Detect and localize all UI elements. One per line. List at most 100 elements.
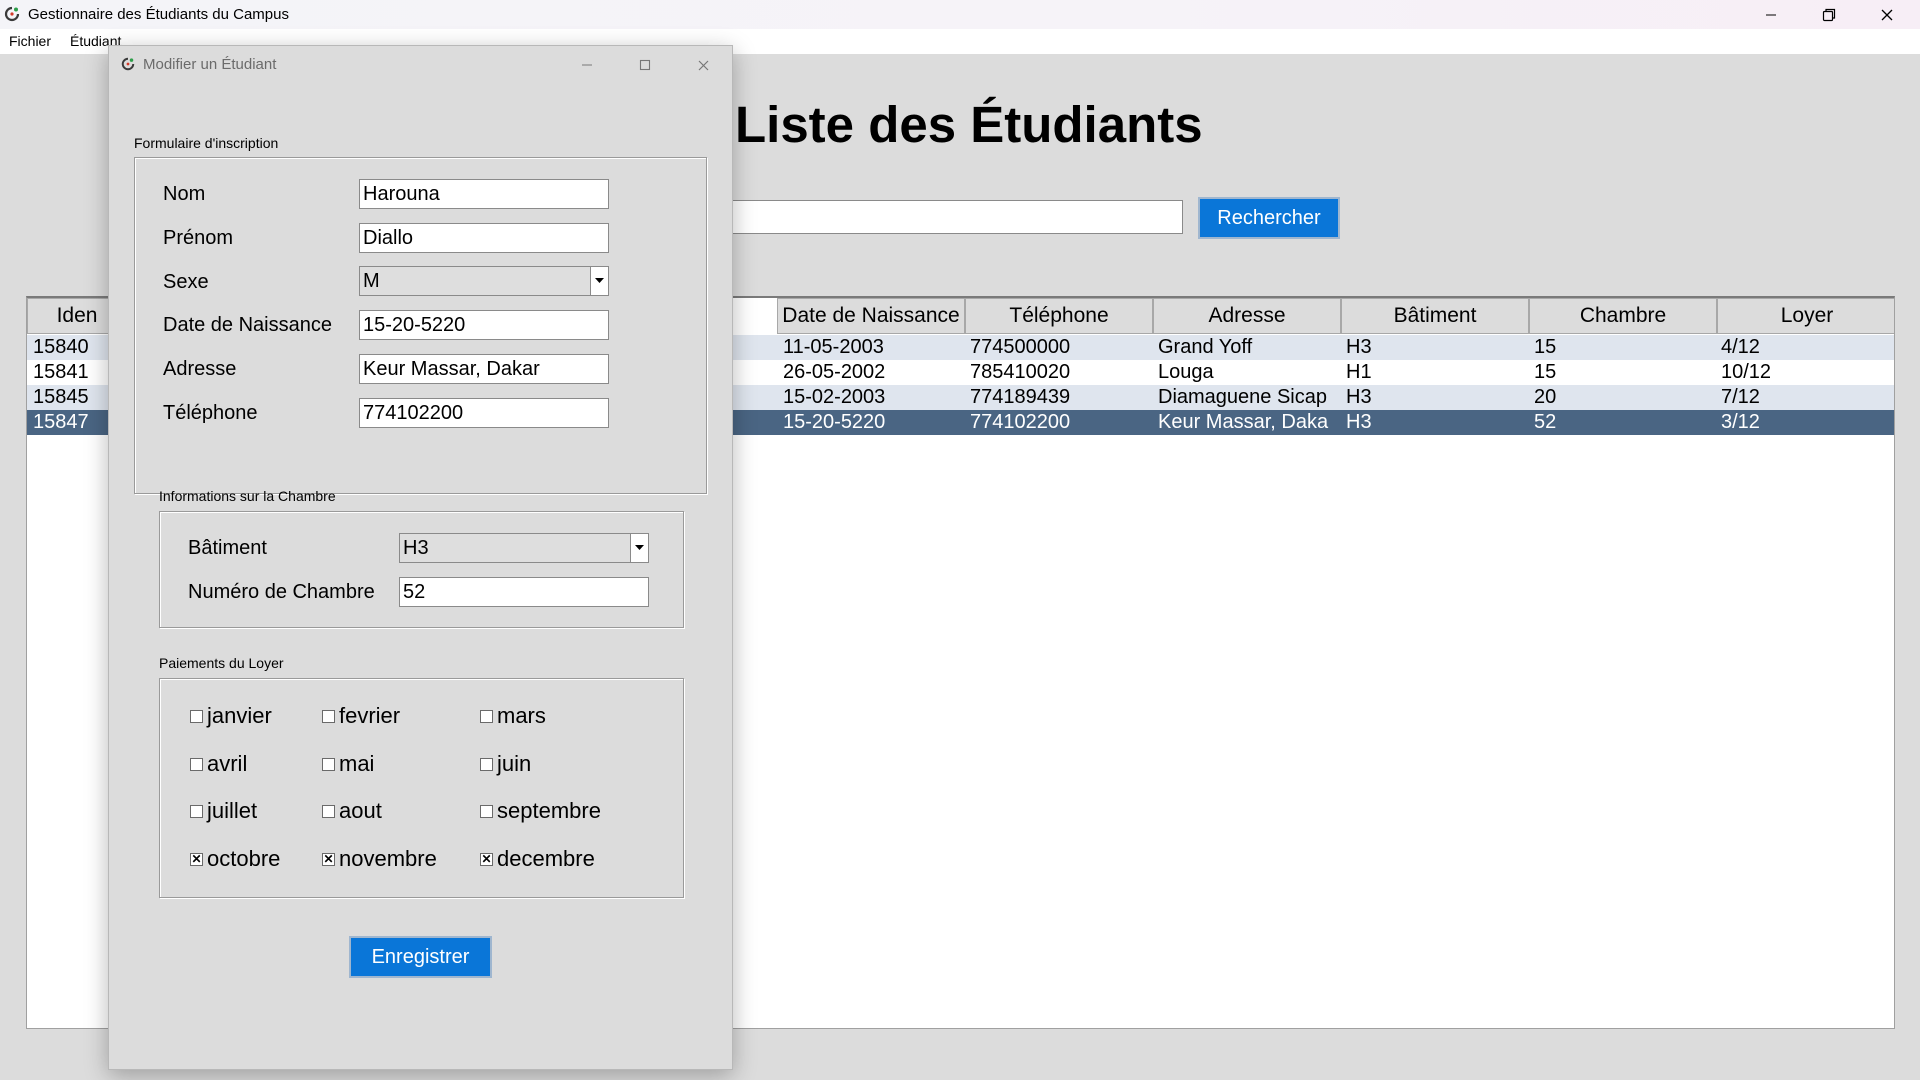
month-label: septembre <box>497 798 601 823</box>
checkbox-box[interactable] <box>190 757 203 771</box>
checkbox-box[interactable] <box>190 804 203 818</box>
chevron-down-icon[interactable] <box>630 534 648 562</box>
nom-field[interactable]: Harouna <box>359 179 609 209</box>
month-label: octobre <box>207 846 281 871</box>
month-checkbox-mars[interactable]: mars <box>480 703 546 729</box>
restore-button[interactable] <box>1800 0 1858 29</box>
naissance-field[interactable]: 15-20-5220 <box>359 310 609 340</box>
prenom-label: Prénom <box>163 227 234 249</box>
cell-rent: 7/12 <box>1721 386 1760 408</box>
cell-address: Keur Massar, Daka <box>1158 411 1329 433</box>
month-label: decembre <box>497 846 595 871</box>
edit-student-dialog: Modifier un Étudiant Formulaire d'inscri… <box>108 45 733 1070</box>
search-button[interactable]: Rechercher <box>1198 197 1340 239</box>
cell-phone: 774189439 <box>970 386 1071 408</box>
cell-id: 15840 <box>33 336 89 358</box>
sexe-selected-value: M <box>363 270 380 292</box>
column-header-phone[interactable]: Téléphone <box>965 298 1153 334</box>
column-header-room[interactable]: Chambre <box>1529 298 1717 334</box>
room-group-label: Informations sur la Chambre <box>159 488 336 504</box>
chambre-field[interactable]: 52 <box>399 577 649 607</box>
prenom-field[interactable]: Diallo <box>359 223 609 253</box>
dialog-close-button[interactable] <box>678 50 728 80</box>
app-title: Gestionnaire des Étudiants du Campus <box>28 6 289 23</box>
month-checkbox-fevrier[interactable]: fevrier <box>322 703 400 729</box>
checkbox-box[interactable] <box>322 709 335 723</box>
adresse-field[interactable]: Keur Massar, Dakar <box>359 354 609 384</box>
checkbox-box[interactable] <box>480 757 493 771</box>
cell-phone: 774102200 <box>970 411 1071 433</box>
sexe-label: Sexe <box>163 271 209 293</box>
dialog-titlebar[interactable]: Modifier un Étudiant <box>109 46 732 84</box>
close-icon <box>1881 9 1893 20</box>
cell-phone: 774500000 <box>970 336 1071 358</box>
maximize-icon <box>639 59 651 71</box>
batiment-label: Bâtiment <box>188 537 267 559</box>
month-checkbox-aout[interactable]: aout <box>322 798 382 824</box>
cell-id: 15845 <box>33 386 89 408</box>
month-label: novembre <box>339 846 437 871</box>
save-button[interactable]: Enregistrer <box>349 936 492 978</box>
checkbox-box[interactable] <box>190 709 203 723</box>
dialog-minimize-button[interactable] <box>562 50 612 80</box>
adresse-label: Adresse <box>163 358 237 380</box>
dialog-maximize-button[interactable] <box>620 50 670 80</box>
cell-address: Diamaguene Sicap <box>1158 386 1327 408</box>
checkbox-box[interactable]: ✕ <box>322 852 335 866</box>
month-label: fevrier <box>339 703 401 728</box>
checkbox-box[interactable]: ✕ <box>190 852 203 866</box>
column-header-address[interactable]: Adresse <box>1153 298 1341 334</box>
payments-group-label: Paiements du Loyer <box>159 655 284 671</box>
chevron-down-icon[interactable] <box>590 267 608 295</box>
month-label: avril <box>207 751 248 776</box>
month-checkbox-juillet[interactable]: juillet <box>190 798 257 824</box>
checkbox-box[interactable] <box>322 804 335 818</box>
checkbox-box[interactable]: ✕ <box>480 852 493 866</box>
month-label: mars <box>497 703 546 728</box>
batiment-selected-value: H3 <box>403 537 429 559</box>
month-label: juin <box>497 751 532 776</box>
minimize-icon <box>1766 14 1776 15</box>
nom-label: Nom <box>163 183 206 205</box>
cell-birthdate: 15-02-2003 <box>783 386 886 408</box>
close-icon <box>698 60 708 70</box>
close-button[interactable] <box>1858 0 1916 29</box>
cell-id: 15847 <box>33 411 89 433</box>
month-label: mai <box>339 751 375 776</box>
month-checkbox-decembre[interactable]: ✕ decembre <box>480 846 595 872</box>
cell-phone: 785410020 <box>970 361 1071 383</box>
batiment-select[interactable]: H3 <box>399 533 649 563</box>
cell-id: 15841 <box>33 361 89 383</box>
month-checkbox-septembre[interactable]: septembre <box>480 798 601 824</box>
registration-group-label: Formulaire d'inscription <box>134 135 279 151</box>
cell-address: Grand Yoff <box>1158 336 1253 358</box>
search-input[interactable] <box>720 200 1183 234</box>
cell-birthdate: 26-05-2002 <box>783 361 886 383</box>
cell-birthdate: 11-05-2003 <box>783 336 884 358</box>
cell-address: Louga <box>1158 361 1214 383</box>
cell-building: H3 <box>1346 411 1372 433</box>
cell-rent: 3/12 <box>1721 411 1760 433</box>
month-checkbox-mai[interactable]: mai <box>322 751 374 777</box>
checkbox-box[interactable] <box>480 709 493 723</box>
room-groupbox <box>159 511 684 628</box>
telephone-field[interactable]: 774102200 <box>359 398 609 428</box>
naissance-label: Date de Naissance <box>163 314 332 336</box>
column-header-building[interactable]: Bâtiment <box>1341 298 1529 334</box>
cell-room: 52 <box>1534 411 1557 433</box>
checkbox-box[interactable] <box>322 757 335 771</box>
cell-room: 20 <box>1534 386 1557 408</box>
menu-fichier[interactable]: Fichier <box>9 33 51 49</box>
checkbox-box[interactable] <box>480 804 493 818</box>
column-header-rent[interactable]: Loyer <box>1717 298 1894 334</box>
month-checkbox-octobre[interactable]: ✕ octobre <box>190 846 280 872</box>
month-checkbox-novembre[interactable]: ✕ novembre <box>322 846 437 872</box>
minimize-button[interactable] <box>1742 0 1800 29</box>
column-header-birthdate[interactable]: Date de Naissance <box>777 298 965 334</box>
month-checkbox-janvier[interactable]: janvier <box>190 703 272 729</box>
month-checkbox-avril[interactable]: avril <box>190 751 247 777</box>
main-titlebar: Gestionnaire des Étudiants du Campus <box>0 0 1920 29</box>
dialog-title: Modifier un Étudiant <box>143 56 277 73</box>
month-checkbox-juin[interactable]: juin <box>480 751 531 777</box>
sexe-select[interactable]: M <box>359 266 609 296</box>
